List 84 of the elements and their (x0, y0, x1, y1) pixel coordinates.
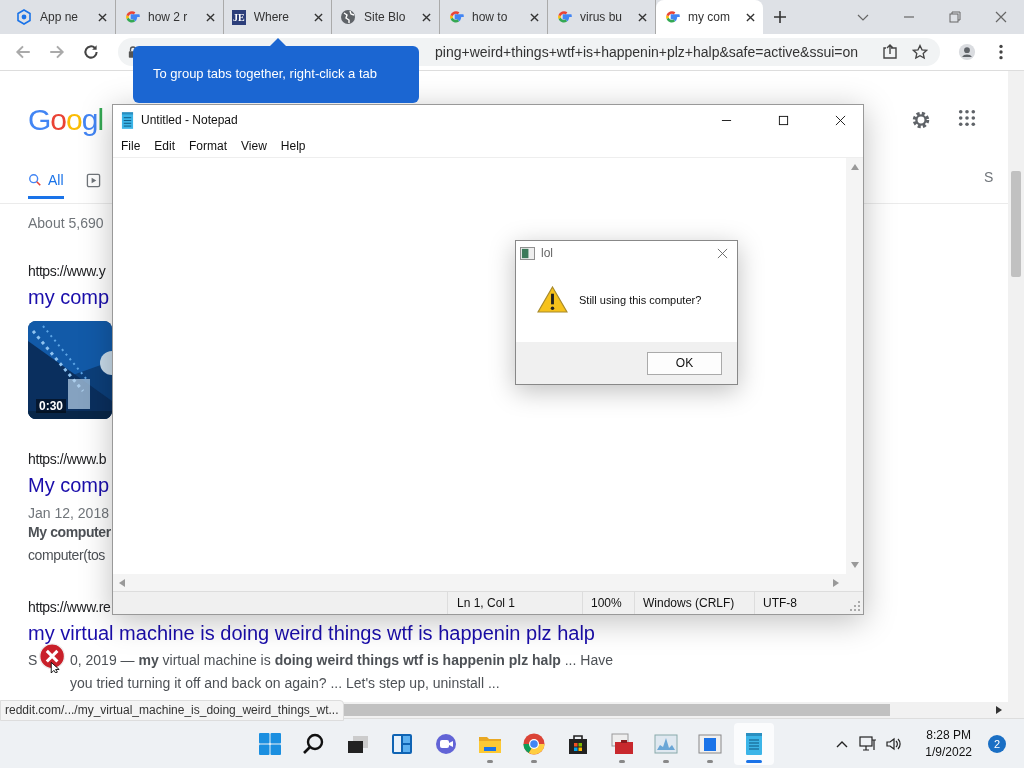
new-tab-icon[interactable] (773, 10, 787, 24)
chrome-icon (521, 731, 546, 756)
video-duration: 0:30 (36, 398, 67, 413)
tooltip-pointer-icon (270, 38, 286, 46)
result-url: https://www.y (28, 262, 106, 279)
status-url-tooltip: reddit.com/.../my_virtual_machine_is_doing_weird_things_wt... (0, 700, 344, 721)
dialog-title: lol (541, 246, 553, 260)
scrollbar[interactable] (846, 158, 863, 574)
clock-time[interactable]: 8:28 PM (926, 726, 971, 744)
share-icon[interactable] (882, 43, 898, 60)
toolbox-icon (609, 731, 634, 756)
result-title-link[interactable]: My comp (28, 473, 110, 497)
app-icon (520, 246, 535, 260)
close-icon[interactable] (638, 12, 647, 22)
status-field: 100% (582, 592, 634, 614)
notification-badge[interactable]: 2 (988, 734, 1006, 753)
close-icon[interactable] (530, 12, 539, 22)
menu-item[interactable]: Help (278, 139, 312, 153)
volume-icon[interactable] (885, 735, 904, 752)
google-favicon-icon (124, 9, 140, 25)
menu-item[interactable]: Edit (152, 139, 182, 153)
google-favicon-icon (448, 9, 464, 25)
restore-icon[interactable] (948, 10, 962, 24)
notepad-icon (121, 111, 134, 129)
result-snippet: computer(tos (28, 545, 105, 565)
status-field: Ln 1, Col 1 (447, 592, 582, 614)
close-icon[interactable] (835, 114, 846, 126)
scrollbar[interactable] (1008, 70, 1024, 703)
close-icon[interactable] (422, 12, 431, 22)
reload-icon[interactable] (82, 42, 100, 61)
close-icon[interactable] (98, 12, 107, 22)
result-count: About 5,690 (28, 214, 104, 231)
resize-grip-icon[interactable] (850, 601, 860, 611)
menu-item[interactable]: View (239, 139, 273, 153)
google-favicon-icon (664, 9, 680, 25)
scroll-left-icon[interactable] (119, 578, 125, 587)
result-title-link[interactable]: my virtual machine is doing weird things wtf is happenin plz halp (28, 621, 595, 645)
menu-item[interactable]: File (119, 139, 147, 153)
scroll-up-icon[interactable] (850, 164, 859, 170)
apps-grid-icon[interactable] (958, 108, 976, 127)
menu-item[interactable]: Format (187, 139, 234, 153)
search-icon (301, 731, 326, 756)
ok-button[interactable]: OK (647, 351, 722, 375)
search-tab[interactable]: All (28, 168, 64, 199)
google-logo[interactable]: Googl (28, 102, 104, 137)
result-date: S (28, 650, 37, 670)
start-icon (257, 731, 282, 756)
close-icon[interactable] (746, 12, 755, 22)
browser-tab[interactable]: my com (656, 0, 763, 34)
search-tab[interactable]: S (984, 168, 994, 185)
scroll-right-icon[interactable] (996, 706, 1002, 715)
close-icon[interactable] (206, 12, 215, 22)
scroll-down-icon[interactable] (850, 562, 859, 568)
site-logo: JE (232, 9, 246, 25)
google-favicon-icon (556, 9, 572, 25)
window-icon (697, 731, 722, 756)
notepad-taskbar-button[interactable] (733, 722, 774, 765)
status-field: Windows (CRLF) (634, 592, 754, 614)
globe-icon (340, 9, 356, 25)
widgets-icon (389, 731, 414, 756)
app-favicon-icon (16, 9, 32, 25)
scrollbar[interactable] (113, 574, 863, 591)
network-icon[interactable] (859, 735, 878, 752)
result-url: https://www.re (28, 598, 111, 615)
warning-icon (537, 286, 568, 313)
chat-icon (433, 731, 458, 756)
star-icon[interactable] (912, 43, 928, 60)
maximize-icon[interactable] (778, 114, 789, 126)
monitor-icon (653, 731, 678, 756)
profile-icon[interactable] (958, 42, 976, 61)
tooltip: To group tabs together, right-click a tab (133, 46, 419, 103)
result-title-link[interactable]: my comp (28, 285, 110, 309)
video-icon[interactable] (85, 173, 101, 189)
clock-date[interactable]: 1/9/2022 (925, 743, 972, 761)
result-snippet: My computer (28, 522, 111, 542)
status-field: UTF-8 (754, 592, 848, 614)
dialog-message: Still using this computer? (579, 293, 702, 306)
search-icon (28, 173, 42, 188)
result-url: https://www.b (28, 450, 107, 467)
close-icon[interactable] (314, 12, 323, 22)
window-title: Untitled - Notepad (141, 113, 238, 127)
result-date: Jan 12, 2018 (28, 504, 109, 521)
result-snippet: 0, 2019 — my virtual machine is doing weird things wtf is happenin plz halp ... Have you tried turning it off and back on again? ... Let's step up, uninstall ... (69, 650, 614, 693)
error-cursor-icon (37, 642, 68, 673)
